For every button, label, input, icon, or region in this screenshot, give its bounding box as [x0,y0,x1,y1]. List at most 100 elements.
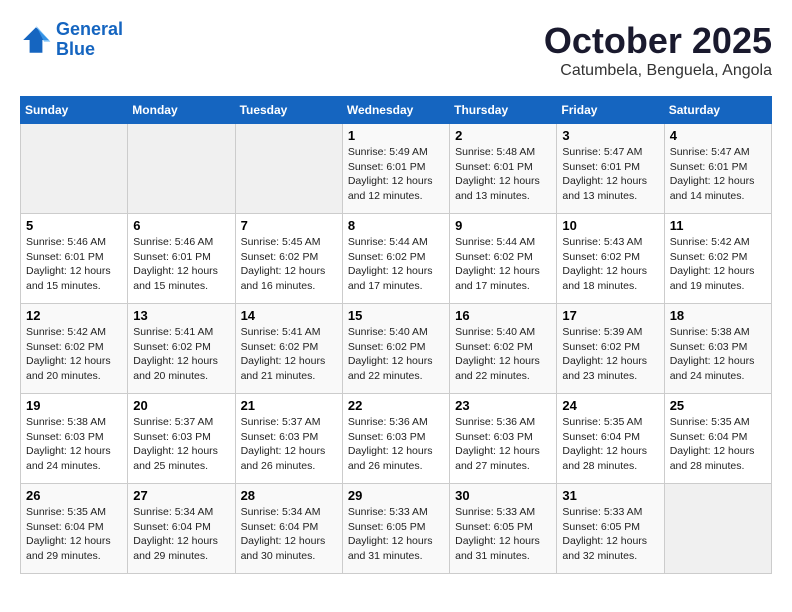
day-number: 23 [455,398,551,413]
day-info: Sunrise: 5:47 AM Sunset: 6:01 PM Dayligh… [670,145,766,204]
day-info: Sunrise: 5:43 AM Sunset: 6:02 PM Dayligh… [562,235,658,294]
header-day-friday: Friday [557,97,664,124]
calendar-cell: 12Sunrise: 5:42 AM Sunset: 6:02 PM Dayli… [21,304,128,394]
day-info: Sunrise: 5:48 AM Sunset: 6:01 PM Dayligh… [455,145,551,204]
day-number: 13 [133,308,229,323]
calendar-cell [235,124,342,214]
calendar-cell: 31Sunrise: 5:33 AM Sunset: 6:05 PM Dayli… [557,484,664,574]
calendar-cell: 1 Sunrise: 5:49 AM Sunset: 6:01 PM Daylig… [342,124,449,214]
location-subtitle: Catumbela, Benguela, Angola [544,62,772,80]
calendar-cell: 2 Sunrise: 5:48 AM Sunset: 6:01 PM Daylig… [450,124,557,214]
calendar-cell: 24Sunrise: 5:35 AM Sunset: 6:04 PM Dayli… [557,394,664,484]
calendar-cell: 16 Sunrise: 5:40 AM Sunset: 6:02 PM Dayli… [450,304,557,394]
day-number: 1 [348,128,444,143]
header-row: SundayMondayTuesdayWednesdayThursdayFrid… [21,97,772,124]
day-number: 14 [241,308,337,323]
day-number: 21 [241,398,337,413]
day-number: 29 [348,488,444,503]
day-number: 7 [241,218,337,233]
calendar-cell: 4 Sunrise: 5:47 AM Sunset: 6:01 PM Daylig… [664,124,771,214]
calendar-cell: 14 Sunrise: 5:41 AM Sunset: 6:02 PM Dayli… [235,304,342,394]
day-info: Sunrise: 5:35 AM Sunset: 6:04 PM Dayligh… [562,415,658,474]
day-info: Sunrise: 5:34 AM Sunset: 6:04 PM Dayligh… [241,505,337,564]
header-day-wednesday: Wednesday [342,97,449,124]
day-info: Sunrise: 5:44 AM Sunset: 6:02 PM Dayligh… [348,235,444,294]
day-number: 8 [348,218,444,233]
day-number: 3 [562,128,658,143]
day-number: 15 [348,308,444,323]
day-number: 16 [455,308,551,323]
day-info: Sunrise: 5:41 AM Sunset: 6:02 PM Dayligh… [133,325,229,384]
calendar-cell: 29 Sunrise: 5:33 AM Sunset: 6:05 PM Dayli… [342,484,449,574]
calendar-week-4: 19 Sunrise: 5:38 AM Sunset: 6:03 PM Dayli… [21,394,772,484]
day-number: 17 [562,308,658,323]
header-day-sunday: Sunday [21,97,128,124]
day-info: Sunrise: 5:37 AM Sunset: 6:03 PM Dayligh… [133,415,229,474]
day-number: 22 [348,398,444,413]
day-info: Sunrise: 5:42 AM Sunset: 6:02 PM Dayligh… [670,235,766,294]
calendar-cell: 7 Sunrise: 5:45 AM Sunset: 6:02 PM Daylig… [235,214,342,304]
day-number: 2 [455,128,551,143]
day-info: Sunrise: 5:38 AM Sunset: 6:03 PM Dayligh… [670,325,766,384]
calendar-cell: 22 Sunrise: 5:36 AM Sunset: 6:03 PM Dayli… [342,394,449,484]
header-day-tuesday: Tuesday [235,97,342,124]
calendar-cell: 19 Sunrise: 5:38 AM Sunset: 6:03 PM Dayli… [21,394,128,484]
calendar-cell: 23 Sunrise: 5:36 AM Sunset: 6:03 PM Dayli… [450,394,557,484]
day-info: Sunrise: 5:40 AM Sunset: 6:02 PM Dayligh… [455,325,551,384]
calendar-cell: 21 Sunrise: 5:37 AM Sunset: 6:03 PM Dayli… [235,394,342,484]
day-number: 20 [133,398,229,413]
title-block: October 2025 Catumbela, Benguela, Angola [544,20,772,80]
calendar-cell: 27Sunrise: 5:34 AM Sunset: 6:04 PM Dayli… [128,484,235,574]
day-number: 27 [133,488,229,503]
calendar-cell: 5 Sunrise: 5:46 AM Sunset: 6:01 PM Daylig… [21,214,128,304]
day-info: Sunrise: 5:35 AM Sunset: 6:04 PM Dayligh… [26,505,122,564]
day-number: 18 [670,308,766,323]
day-info: Sunrise: 5:38 AM Sunset: 6:03 PM Dayligh… [26,415,122,474]
day-info: Sunrise: 5:35 AM Sunset: 6:04 PM Dayligh… [670,415,766,474]
calendar-cell [21,124,128,214]
day-info: Sunrise: 5:44 AM Sunset: 6:02 PM Dayligh… [455,235,551,294]
month-title: October 2025 [544,20,772,62]
day-info: Sunrise: 5:36 AM Sunset: 6:03 PM Dayligh… [348,415,444,474]
calendar-week-5: 26 Sunrise: 5:35 AM Sunset: 6:04 PM Dayli… [21,484,772,574]
calendar-cell: 3 Sunrise: 5:47 AM Sunset: 6:01 PM Daylig… [557,124,664,214]
day-info: Sunrise: 5:46 AM Sunset: 6:01 PM Dayligh… [26,235,122,294]
day-info: Sunrise: 5:45 AM Sunset: 6:02 PM Dayligh… [241,235,337,294]
day-info: Sunrise: 5:33 AM Sunset: 6:05 PM Dayligh… [455,505,551,564]
day-number: 9 [455,218,551,233]
calendar-cell: 17 Sunrise: 5:39 AM Sunset: 6:02 PM Dayli… [557,304,664,394]
day-info: Sunrise: 5:39 AM Sunset: 6:02 PM Dayligh… [562,325,658,384]
day-info: Sunrise: 5:47 AM Sunset: 6:01 PM Dayligh… [562,145,658,204]
calendar-cell: 25Sunrise: 5:35 AM Sunset: 6:04 PM Dayli… [664,394,771,484]
calendar-cell: 26 Sunrise: 5:35 AM Sunset: 6:04 PM Dayli… [21,484,128,574]
logo-line1: General [56,19,123,39]
calendar-cell: 15Sunrise: 5:40 AM Sunset: 6:02 PM Dayli… [342,304,449,394]
calendar-cell [128,124,235,214]
day-number: 30 [455,488,551,503]
calendar-table: SundayMondayTuesdayWednesdayThursdayFrid… [20,96,772,574]
day-number: 31 [562,488,658,503]
header-day-monday: Monday [128,97,235,124]
calendar-week-2: 5 Sunrise: 5:46 AM Sunset: 6:01 PM Daylig… [21,214,772,304]
day-number: 4 [670,128,766,143]
calendar-cell: 28Sunrise: 5:34 AM Sunset: 6:04 PM Dayli… [235,484,342,574]
day-number: 19 [26,398,122,413]
calendar-cell: 6 Sunrise: 5:46 AM Sunset: 6:01 PM Daylig… [128,214,235,304]
calendar-cell: 20 Sunrise: 5:37 AM Sunset: 6:03 PM Dayli… [128,394,235,484]
day-info: Sunrise: 5:33 AM Sunset: 6:05 PM Dayligh… [348,505,444,564]
calendar-week-1: 1 Sunrise: 5:49 AM Sunset: 6:01 PM Daylig… [21,124,772,214]
day-info: Sunrise: 5:41 AM Sunset: 6:02 PM Dayligh… [241,325,337,384]
calendar-cell: 13 Sunrise: 5:41 AM Sunset: 6:02 PM Dayli… [128,304,235,394]
day-number: 5 [26,218,122,233]
day-number: 11 [670,218,766,233]
day-info: Sunrise: 5:36 AM Sunset: 6:03 PM Dayligh… [455,415,551,474]
day-info: Sunrise: 5:46 AM Sunset: 6:01 PM Dayligh… [133,235,229,294]
calendar-cell: 18 Sunrise: 5:38 AM Sunset: 6:03 PM Dayli… [664,304,771,394]
logo-line2: Blue [56,39,95,59]
day-info: Sunrise: 5:37 AM Sunset: 6:03 PM Dayligh… [241,415,337,474]
calendar-cell [664,484,771,574]
calendar-cell: 8 Sunrise: 5:44 AM Sunset: 6:02 PM Daylig… [342,214,449,304]
day-number: 6 [133,218,229,233]
day-number: 26 [26,488,122,503]
day-info: Sunrise: 5:49 AM Sunset: 6:01 PM Dayligh… [348,145,444,204]
